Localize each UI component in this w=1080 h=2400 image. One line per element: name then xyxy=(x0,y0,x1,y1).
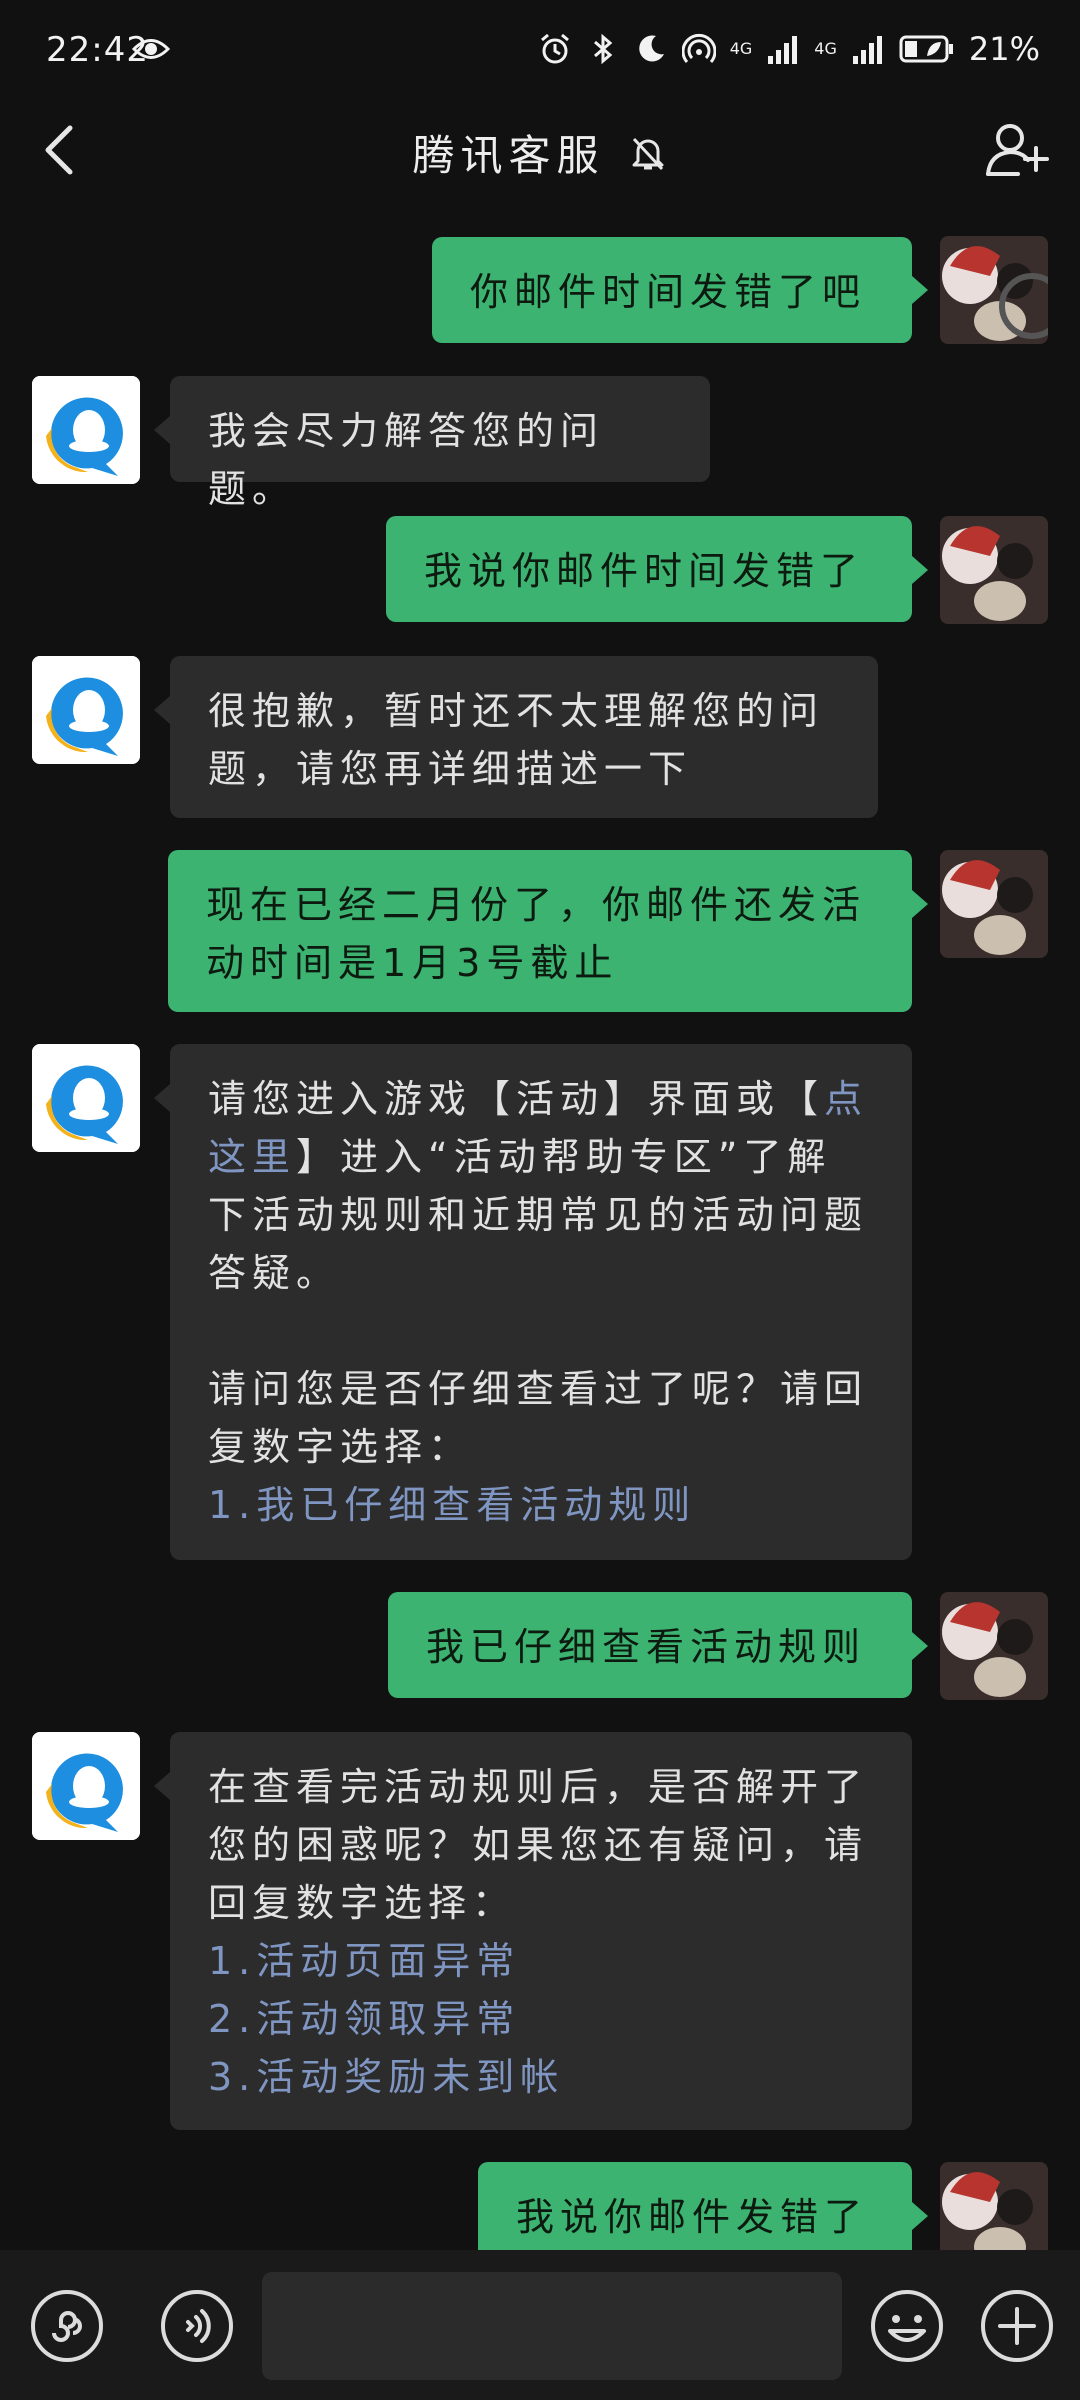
bot-avatar[interactable] xyxy=(32,1044,140,1152)
bubble-tail xyxy=(912,890,928,918)
bot-avatar[interactable] xyxy=(32,376,140,484)
bubble-tail xyxy=(912,556,928,584)
moon-icon xyxy=(638,35,664,62)
battery-percent: 21% xyxy=(968,30,1040,68)
bubble-tail xyxy=(154,416,170,444)
qq-service-logo-icon xyxy=(32,1044,140,1152)
user-avatar[interactable] xyxy=(940,1592,1048,1700)
quick-reply-option[interactable]: 1.我已仔细查看活动规则 xyxy=(208,1476,874,1534)
bubble-tail xyxy=(154,1084,170,1112)
chat-header: 腾讯客服 xyxy=(0,100,1080,200)
message-text: 很抱歉，暂时还不太理解您的问 xyxy=(208,689,825,733)
mute-bell-icon xyxy=(632,137,664,170)
alarm-icon xyxy=(540,33,569,64)
chat-title: 腾讯客服 xyxy=(412,131,605,180)
message-bubble[interactable]: 请您进入游戏【活动】界面或【点这里】进入“活动帮助专区”了解下活动规则和近期常见… xyxy=(170,1044,912,1560)
plus-icon[interactable] xyxy=(978,2287,1056,2365)
user-avatar[interactable] xyxy=(940,850,1048,958)
user-avatar-image xyxy=(940,516,1048,624)
message-text: 题，请您再详细描述一下 xyxy=(208,747,693,791)
message-text: 请您进入游戏【活动】界面或【 xyxy=(208,1077,825,1121)
message-text: 我说你邮件发错了 xyxy=(516,2195,869,2239)
voice-icon[interactable] xyxy=(158,2287,236,2365)
message-bubble[interactable]: 在查看完活动规则后，是否解开了您的困惑呢？如果您还有疑问，请回复数字选择： 1.… xyxy=(170,1732,912,2130)
input-bar xyxy=(0,2250,1080,2400)
message-text: 现在已经二月份了，你邮件还发活 xyxy=(206,883,867,927)
add-user-icon[interactable] xyxy=(984,118,1050,180)
bubble-tail xyxy=(154,696,170,724)
title-wrap: 腾讯客服 xyxy=(0,122,1080,183)
qq-service-logo-icon xyxy=(32,376,140,484)
user-avatar-image xyxy=(940,236,1048,344)
mini-program-icon[interactable] xyxy=(28,2287,106,2365)
user-avatar-image xyxy=(940,1592,1048,1700)
battery-icon xyxy=(899,35,953,63)
eye-icon xyxy=(132,39,170,59)
message-paragraph: 请您进入游戏【活动】界面或【点这里】进入“活动帮助专区”了解下活动规则和近期常见… xyxy=(208,1070,874,1302)
user-avatar[interactable] xyxy=(940,236,1048,344)
signal-icon xyxy=(852,36,882,64)
message-bubble[interactable]: 我已仔细查看活动规则 xyxy=(388,1592,912,1698)
quick-reply-option[interactable]: 3.活动奖励未到帐 xyxy=(208,2048,874,2106)
quick-reply-option[interactable]: 2.活动领取异常 xyxy=(208,1990,874,2048)
message-text: 我已仔细查看活动规则 xyxy=(426,1625,867,1669)
bot-avatar[interactable] xyxy=(32,656,140,764)
status-icons: 4G 4G 21% xyxy=(538,30,1040,68)
message-input[interactable] xyxy=(262,2272,842,2380)
emoji-icon[interactable] xyxy=(868,2287,946,2365)
message-bubble[interactable]: 我会尽力解答您的问题。 xyxy=(170,376,710,511)
hotspot-icon xyxy=(681,33,716,63)
quick-reply-option[interactable]: 1.活动页面异常 xyxy=(208,1932,874,1990)
qq-service-logo-icon xyxy=(32,1732,140,1840)
user-avatar-image xyxy=(940,850,1048,958)
user-avatar[interactable] xyxy=(940,516,1048,624)
network-type-1: 4G xyxy=(729,39,753,58)
message-text: 我会尽力解答您的问题。 xyxy=(208,409,605,511)
message-text: 动时间是1月3号截止 xyxy=(206,941,619,985)
bubble-tail xyxy=(912,2202,928,2230)
qq-service-logo-icon xyxy=(32,656,140,764)
message-text: 在查看完活动规则后，是否解开了您的困惑呢？如果您还有疑问，请回复数字选择： xyxy=(208,1765,869,1925)
bluetooth-icon xyxy=(593,33,613,65)
message-text: 你邮件时间发错了吧 xyxy=(470,270,867,314)
bot-avatar[interactable] xyxy=(32,1732,140,1840)
message-bubble[interactable]: 你邮件时间发错了吧 xyxy=(432,237,912,343)
bubble-tail xyxy=(154,1772,170,1800)
message-bubble[interactable]: 很抱歉，暂时还不太理解您的问 题，请您再详细描述一下 xyxy=(170,656,878,818)
message-bubble[interactable]: 我说你邮件时间发错了 xyxy=(386,516,912,622)
status-bar: 22:42 4G 4G 21% xyxy=(0,0,1080,100)
bubble-tail xyxy=(912,1632,928,1660)
signal-icon xyxy=(768,36,798,64)
message-text: 请问您是否仔细查看过了呢？请回复数字选择： xyxy=(208,1367,869,1469)
message-bubble[interactable]: 现在已经二月份了，你邮件还发活 动时间是1月3号截止 xyxy=(168,850,912,1012)
bubble-tail xyxy=(912,276,928,304)
message-text: 我说你邮件时间发错了 xyxy=(424,549,865,593)
network-type-2: 4G xyxy=(814,39,837,58)
message-text: 】进入“活动帮助专区”了解下活动规则和近期常见的活动问题答疑。 xyxy=(208,1135,869,1295)
